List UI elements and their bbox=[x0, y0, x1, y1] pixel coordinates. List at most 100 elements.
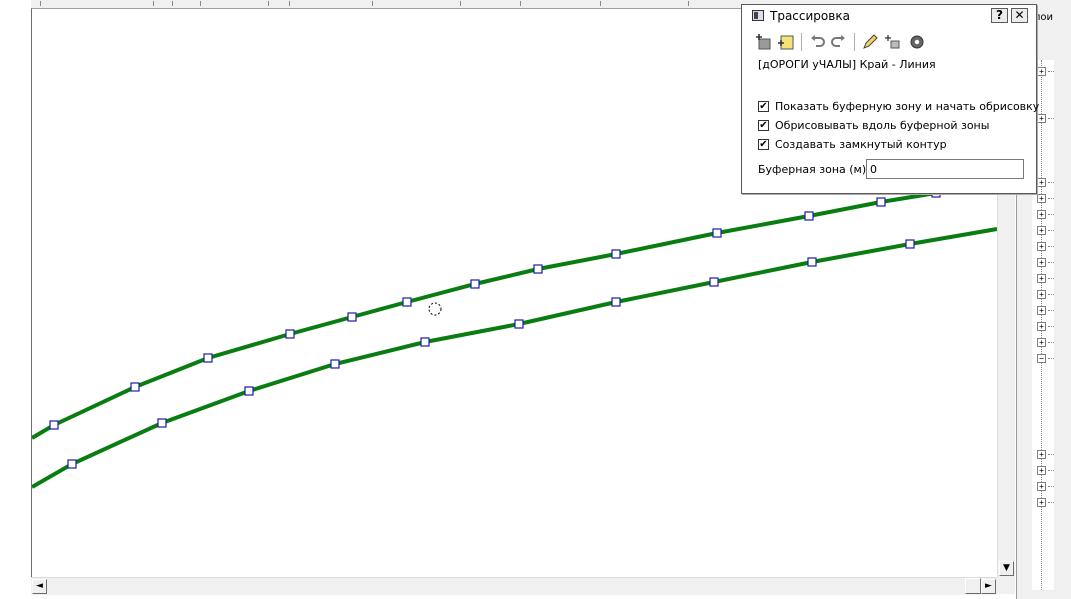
toggle-glyph: + bbox=[1039, 226, 1044, 235]
vertex-handle[interactable] bbox=[470, 279, 480, 289]
scroll-down-button[interactable]: ▼ bbox=[999, 561, 1014, 576]
tree-branch-line bbox=[1048, 486, 1054, 488]
tree-expand-toggle[interactable]: + bbox=[1037, 210, 1046, 219]
show-buffer-checkbox[interactable]: ✔ bbox=[758, 101, 769, 112]
vertex-handle[interactable] bbox=[203, 353, 213, 363]
tree-expand-toggle[interactable]: + bbox=[1037, 290, 1046, 299]
vertex-handle[interactable] bbox=[157, 418, 167, 428]
vertex-handle[interactable] bbox=[514, 319, 524, 329]
tree-expand-toggle[interactable]: + bbox=[1037, 306, 1046, 315]
toggle-glyph: + bbox=[1039, 290, 1044, 299]
closed-contour-checkbox[interactable]: ✔ bbox=[758, 139, 769, 150]
checkbox-label: Обрисовывать вдоль буферной зоны bbox=[775, 119, 990, 132]
road-edge-upper[interactable] bbox=[32, 191, 937, 440]
dialog-titlebar[interactable]: Трассировка ? ✕ bbox=[742, 5, 1036, 27]
tree-expand-toggle[interactable]: + bbox=[1037, 178, 1046, 187]
tree-branch-line bbox=[1048, 182, 1054, 184]
settings-gear-icon[interactable] bbox=[908, 33, 926, 51]
tracing-dialog: Трассировка ? ✕ [дОРОГИ уЧАЛЫ] Край - Ли… bbox=[741, 4, 1040, 194]
tree-branch-line bbox=[1048, 326, 1054, 328]
vertex-handle[interactable] bbox=[905, 239, 915, 249]
add-node-icon[interactable] bbox=[754, 33, 772, 51]
edit-pen-icon[interactable] bbox=[861, 33, 879, 51]
toggle-glyph: + bbox=[1039, 178, 1044, 187]
toggle-glyph: + bbox=[1039, 338, 1044, 347]
scrollbar-corner bbox=[997, 577, 1015, 594]
scroll-right-button[interactable]: ► bbox=[981, 579, 996, 594]
tree-branch-line bbox=[1048, 278, 1054, 280]
tree-branch-line bbox=[1048, 71, 1054, 73]
tree-branch-line bbox=[1048, 118, 1054, 120]
undo-icon[interactable] bbox=[808, 33, 826, 51]
vertex-handle[interactable] bbox=[611, 297, 621, 307]
buffer-zone-input[interactable] bbox=[866, 159, 1024, 179]
tree-branch-line bbox=[1048, 502, 1054, 504]
left-margin bbox=[0, 0, 31, 599]
tree-expand-toggle[interactable]: + bbox=[1037, 450, 1046, 459]
checkbox-label: Показать буферную зону и начать обрисовк… bbox=[775, 100, 1040, 113]
tree-expand-toggle[interactable]: + bbox=[1037, 498, 1046, 507]
toggle-glyph: + bbox=[1039, 322, 1044, 331]
vertex-handle[interactable] bbox=[130, 382, 140, 392]
toggle-glyph: + bbox=[1039, 258, 1044, 267]
horizontal-scroll-thumb[interactable] bbox=[965, 578, 981, 594]
vertex-handle[interactable] bbox=[709, 277, 719, 287]
vertex-handle[interactable] bbox=[49, 420, 59, 430]
active-layer-label: [дОРОГИ уЧАЛЫ] Край - Линия bbox=[758, 58, 936, 71]
cursor-target-icon bbox=[428, 302, 442, 316]
tree-expand-toggle[interactable]: + bbox=[1037, 226, 1046, 235]
tree-branch-line bbox=[1048, 342, 1054, 344]
tree-expand-toggle[interactable]: + bbox=[1037, 482, 1046, 491]
toggle-glyph: + bbox=[1039, 450, 1044, 459]
tree-expand-toggle[interactable]: + bbox=[1037, 114, 1046, 123]
scroll-left-button[interactable]: ◄ bbox=[32, 579, 47, 594]
tree-branch-line bbox=[1048, 230, 1054, 232]
vertex-handle[interactable] bbox=[402, 297, 412, 307]
toggle-glyph: + bbox=[1039, 194, 1044, 203]
help-button[interactable]: ? bbox=[991, 8, 1008, 23]
tree-expand-toggle[interactable]: + bbox=[1037, 67, 1046, 76]
toggle-glyph: + bbox=[1039, 466, 1044, 475]
vertex-handle[interactable] bbox=[420, 337, 430, 347]
vertex-handle[interactable] bbox=[285, 329, 295, 339]
tree-collapse-toggle[interactable]: − bbox=[1037, 354, 1046, 363]
road-edge-lower[interactable] bbox=[32, 227, 998, 489]
horizontal-scrollbar[interactable]: ◄ ► bbox=[31, 577, 997, 595]
vertex-handle[interactable] bbox=[804, 211, 814, 221]
tree-expand-toggle[interactable]: + bbox=[1037, 338, 1046, 347]
tree-branch-line bbox=[1048, 454, 1054, 456]
tree-expand-toggle[interactable]: + bbox=[1037, 194, 1046, 203]
dialog-title: Трассировка bbox=[770, 9, 850, 23]
vertex-handle[interactable] bbox=[807, 257, 817, 267]
vertex-handle[interactable] bbox=[712, 228, 722, 238]
vertex-handle[interactable] bbox=[330, 359, 340, 369]
vertex-handle[interactable] bbox=[533, 264, 543, 274]
tree-branch-line bbox=[1048, 198, 1054, 200]
tree-expand-toggle[interactable]: + bbox=[1037, 466, 1046, 475]
toggle-glyph: + bbox=[1039, 210, 1044, 219]
vertex-handle[interactable] bbox=[244, 386, 254, 396]
toggle-glyph: + bbox=[1039, 482, 1044, 491]
vertex-handle[interactable] bbox=[67, 459, 77, 469]
tree-expand-toggle[interactable]: + bbox=[1037, 274, 1046, 283]
vertex-handle[interactable] bbox=[347, 312, 357, 322]
vertex-handle[interactable] bbox=[876, 197, 886, 207]
vertex-handle[interactable] bbox=[611, 249, 621, 259]
tree-expand-toggle[interactable]: + bbox=[1037, 242, 1046, 251]
toggle-glyph: − bbox=[1039, 354, 1044, 363]
close-button[interactable]: ✕ bbox=[1011, 8, 1028, 23]
redo-icon[interactable] bbox=[830, 33, 848, 51]
toggle-glyph: + bbox=[1039, 306, 1044, 315]
toggle-glyph: + bbox=[1039, 242, 1044, 251]
tree-expand-toggle[interactable]: + bbox=[1037, 258, 1046, 267]
tree-branch-line bbox=[1048, 294, 1054, 296]
tree-branch-line bbox=[1048, 214, 1054, 216]
trace-along-buffer-checkbox[interactable]: ✔ bbox=[758, 120, 769, 131]
checkbox-label: Создавать замкнутый контур bbox=[775, 138, 947, 151]
add-layer-icon[interactable] bbox=[777, 33, 795, 51]
tree-branch-line bbox=[1048, 310, 1054, 312]
toggle-glyph: + bbox=[1039, 274, 1044, 283]
tree-expand-toggle[interactable]: + bbox=[1037, 322, 1046, 331]
sparkle-node-icon[interactable] bbox=[884, 33, 902, 51]
tree-branch-line bbox=[1048, 358, 1054, 360]
